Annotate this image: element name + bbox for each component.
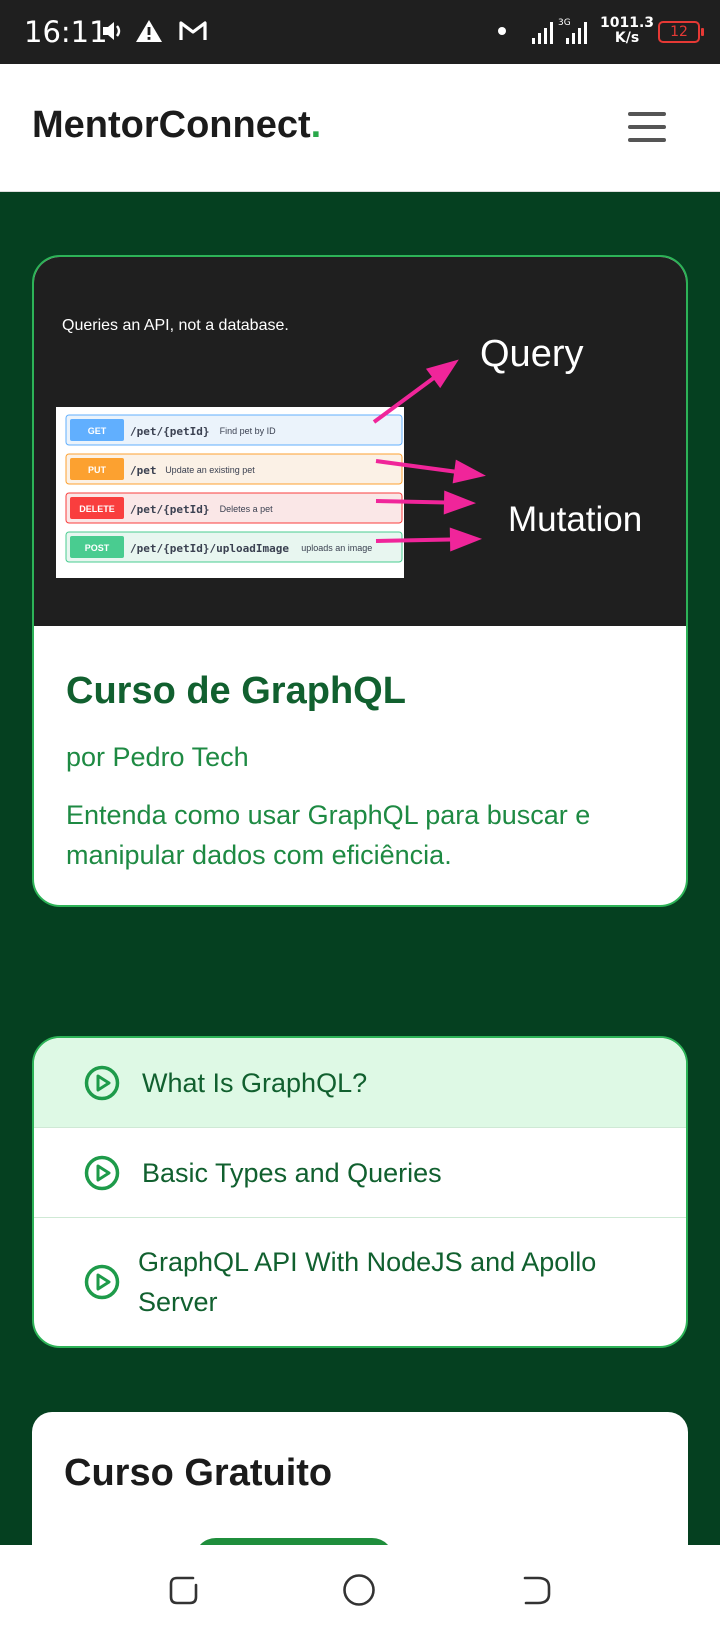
lesson-list: What Is GraphQL? Basic Types and Queries… — [32, 1036, 688, 1348]
endpoint-description: uploads an image — [301, 543, 372, 553]
endpoint-path: /pet/{petId} — [130, 425, 209, 438]
lesson-label: What Is GraphQL? — [142, 1068, 368, 1098]
network-speed-unit: K/s — [614, 30, 640, 46]
logo-text: MentorConnect — [32, 104, 311, 146]
free-course-title: Curso Gratuito — [64, 1452, 333, 1494]
volume-icon — [100, 14, 126, 48]
hamburger-menu-icon[interactable] — [628, 112, 666, 142]
back-icon[interactable] — [520, 1573, 554, 1607]
method-label: GET — [88, 426, 107, 436]
lesson-label: GraphQL API With NodeJS and Apollo Serve… — [138, 1247, 597, 1317]
warning-icon — [135, 14, 163, 48]
battery-icon: 12 — [658, 21, 704, 43]
lesson-label: Basic Types and Queries — [142, 1158, 442, 1188]
logo[interactable]: MentorConnect. — [32, 104, 321, 147]
network-speed: 1011.3 K/s — [600, 16, 654, 46]
endpoint-path: /pet/{petId}/uploadImage — [130, 542, 289, 555]
course-title[interactable]: Curso de GraphQL — [66, 670, 406, 713]
arrow-head — [425, 359, 459, 389]
lesson-item-graphql-api-nodejs[interactable]: GraphQL API With NodeJS and Apollo Serve… — [34, 1218, 686, 1346]
diagram-caption: Queries an API, not a database. — [62, 317, 289, 334]
method-label: DELETE — [79, 504, 115, 514]
lesson-item-what-is-graphql[interactable]: What Is GraphQL? — [34, 1038, 686, 1128]
endpoint-path: /pet — [130, 464, 157, 477]
signal-icon: 3G — [530, 14, 596, 48]
course-author: por Pedro Tech — [66, 742, 249, 772]
endpoint-description: Find pet by ID — [220, 426, 277, 436]
endpoint-path: /pet/{petId} — [130, 503, 209, 516]
method-label: PUT — [88, 465, 107, 475]
arrow-head — [452, 459, 486, 484]
gmail-icon — [178, 14, 208, 48]
lesson-item-basic-types[interactable]: Basic Types and Queries — [34, 1128, 686, 1218]
course-card[interactable]: Queries an API, not a database. GET/pet/… — [32, 255, 688, 907]
home-icon[interactable] — [342, 1573, 376, 1607]
query-label: Query — [480, 333, 583, 375]
play-circle-icon — [84, 1155, 120, 1191]
dot-icon — [497, 14, 507, 48]
endpoint-description: Update an existing pet — [165, 465, 255, 475]
graphql-diagram: Queries an API, not a database. GET/pet/… — [56, 317, 642, 578]
course-description: Entenda como usar GraphQL para buscar e … — [66, 800, 591, 870]
endpoint-description: Deletes a pet — [220, 504, 274, 514]
play-circle-icon — [84, 1065, 120, 1101]
course-thumbnail: Queries an API, not a database. GET/pet/… — [34, 257, 686, 626]
network-type: 3G — [558, 18, 571, 28]
site-header: MentorConnect. — [0, 64, 720, 192]
logo-dot: . — [310, 104, 322, 146]
arrow-head — [443, 490, 476, 515]
method-label: POST — [85, 543, 110, 553]
arrow-head — [449, 527, 482, 552]
mutation-label: Mutation — [508, 500, 642, 539]
network-speed-value: 1011.3 — [600, 15, 655, 31]
status-bar: 16:11 3G 1011.3 K/s 12 — [0, 0, 720, 64]
status-time: 16:11 — [24, 15, 108, 49]
play-circle-icon — [84, 1264, 120, 1300]
system-nav-bar — [0, 1545, 720, 1640]
recent-apps-icon[interactable] — [167, 1573, 201, 1607]
